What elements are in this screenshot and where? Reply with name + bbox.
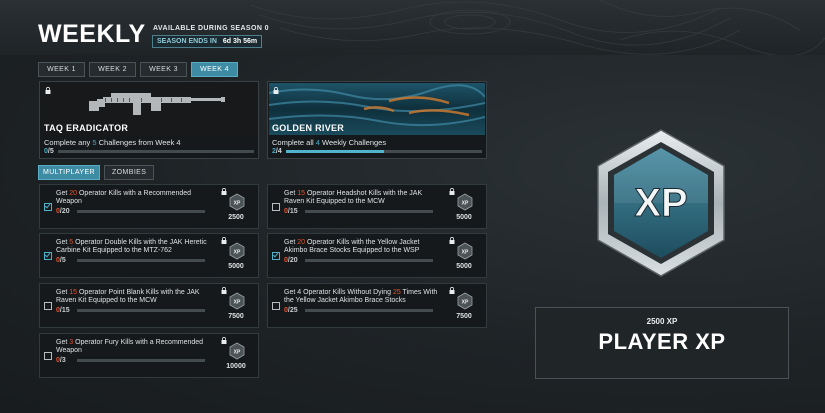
reward-progress-count: 0/5 — [44, 148, 54, 155]
tab-week-1[interactable]: WEEK 1 — [38, 62, 85, 77]
challenge-card[interactable]: Get 15 Operator Point Blank Kills with t… — [39, 283, 259, 328]
challenge-card[interactable]: Get 20 Operator Kills with the Yellow Ja… — [267, 233, 487, 278]
reward-progress-count: 2/4 — [272, 148, 282, 155]
challenge-checkbox[interactable] — [44, 252, 52, 260]
challenge-description: Get 5 Operator Double Kills with the JAK… — [56, 239, 207, 254]
challenge-progress-count: 0/25 — [284, 307, 298, 314]
challenge-description: Get 3 Operator Fury Kills with a Recomme… — [56, 339, 204, 354]
xp-badge-icon: XP — [229, 342, 245, 360]
reward-panel: 2500 XP PLAYER XP — [535, 307, 789, 379]
season-time: 6d 3h 56m — [222, 38, 258, 45]
challenge-progress-bar — [305, 210, 433, 213]
challenge-checkbox[interactable] — [272, 252, 280, 260]
xp-amount: 2500 XP — [646, 317, 678, 326]
season-timer: SEASON ENDS IN 6d 3h 56m — [152, 35, 263, 48]
xp-badge-icon: XP — [457, 292, 473, 310]
xp-label: PLAYER XP — [598, 329, 726, 354]
challenge-card[interactable]: Get 3 Operator Fury Kills with a Recomme… — [39, 333, 259, 378]
challenge-xp-value: 7500 — [456, 313, 472, 320]
tab-week-2[interactable]: WEEK 2 — [89, 62, 136, 77]
availability-text: AVAILABLE DURING SEASON 0 — [153, 25, 269, 32]
tab-zombies[interactable]: ZOMBIES — [104, 165, 155, 180]
svg-text:XP: XP — [234, 250, 241, 256]
svg-text:XP: XP — [462, 250, 469, 256]
challenge-checkbox[interactable] — [272, 302, 280, 310]
tab-week-4[interactable]: WEEK 4 — [191, 62, 238, 77]
challenge-description: Get 20 Operator Kills with the Yellow Ja… — [284, 239, 420, 254]
xp-icon-text: XP — [634, 181, 687, 225]
reward-description: Complete any 5 Challenges from Week 4 — [44, 138, 181, 147]
challenge-progress-bar — [77, 259, 205, 262]
reward-name: TAQ ERADICATOR — [44, 123, 129, 133]
challenge-description: Get 15 Operator Headshot Kills with the … — [284, 190, 423, 205]
reward-card-golden-river[interactable]: GOLDEN RIVER Complete all 4 Weekly Chall… — [267, 81, 487, 159]
lock-icon — [273, 87, 279, 94]
lock-icon — [221, 237, 227, 244]
svg-text:XP: XP — [462, 201, 469, 207]
challenge-checkbox[interactable] — [44, 302, 52, 310]
reward-progress-bar — [58, 150, 254, 153]
xp-badge-icon: XP — [457, 242, 473, 260]
lock-icon — [449, 287, 455, 294]
challenge-xp-value: 5000 — [456, 263, 472, 270]
challenge-xp-value: 10000 — [226, 363, 246, 370]
lock-icon — [449, 188, 455, 195]
challenge-xp-value: 5000 — [456, 214, 472, 221]
challenge-description: Get 4 Operator Kills Without Dying 25 Ti… — [284, 289, 438, 304]
challenge-progress-count: 0/15 — [56, 307, 70, 314]
challenge-card[interactable]: Get 20 Operator Kills with a Recommended… — [39, 184, 259, 229]
mode-tabs: MULTIPLAYER ZOMBIES — [38, 165, 155, 180]
lock-icon — [221, 188, 227, 195]
svg-text:XP: XP — [234, 350, 241, 356]
xp-badge-icon: XP — [229, 193, 245, 211]
tab-multiplayer[interactable]: MULTIPLAYER — [38, 165, 100, 180]
challenge-progress-count: 0/15 — [284, 208, 298, 215]
xp-badge-icon: XP — [229, 242, 245, 260]
challenge-progress-count: 0/5 — [56, 257, 66, 264]
challenge-xp-value: 7500 — [228, 313, 244, 320]
tab-week-3[interactable]: WEEK 3 — [140, 62, 187, 77]
challenge-progress-count: 0/20 — [56, 208, 70, 215]
page-title: WEEKLY — [38, 20, 146, 48]
lock-icon — [449, 237, 455, 244]
svg-text:XP: XP — [462, 300, 469, 306]
lock-icon — [45, 87, 51, 94]
challenge-card[interactable]: Get 4 Operator Kills Without Dying 25 Ti… — [267, 283, 487, 328]
challenge-progress-bar — [77, 359, 205, 362]
reward-progress-bar — [286, 150, 482, 153]
challenge-checkbox[interactable] — [272, 203, 280, 211]
xp-reward-icon: XP — [594, 128, 728, 278]
challenge-progress-count: 0/20 — [284, 257, 298, 264]
svg-text:XP: XP — [234, 201, 241, 207]
challenge-card[interactable]: Get 5 Operator Double Kills with the JAK… — [39, 233, 259, 278]
reward-description: Complete all 4 Weekly Challenges — [272, 138, 387, 147]
challenge-description: Get 20 Operator Kills with a Recommended… — [56, 190, 192, 205]
week-tabs: WEEK 1 WEEK 2 WEEK 3 WEEK 4 — [38, 62, 238, 77]
challenge-progress-bar — [305, 259, 433, 262]
challenge-xp-value: 2500 — [228, 214, 244, 221]
svg-text:XP: XP — [234, 300, 241, 306]
lock-icon — [221, 287, 227, 294]
challenge-progress-count: 0/3 — [56, 357, 66, 364]
challenge-checkbox[interactable] — [44, 203, 52, 211]
xp-badge-icon: XP — [229, 292, 245, 310]
challenge-progress-bar — [77, 210, 205, 213]
challenge-description: Get 15 Operator Point Blank Kills with t… — [56, 289, 200, 304]
challenge-progress-bar — [77, 309, 205, 312]
season-label: SEASON ENDS IN — [157, 38, 217, 45]
reward-card-taq-eradicator[interactable]: TAQ ERADICATOR Complete any 5 Challenges… — [39, 81, 259, 159]
lock-icon — [221, 337, 227, 344]
challenge-progress-bar — [305, 309, 433, 312]
xp-badge-icon: XP — [457, 193, 473, 211]
reward-name: GOLDEN RIVER — [272, 123, 345, 133]
challenge-card[interactable]: Get 15 Operator Headshot Kills with the … — [267, 184, 487, 229]
reward-progress-fill — [286, 150, 384, 153]
challenge-xp-value: 5000 — [228, 263, 244, 270]
challenge-checkbox[interactable] — [44, 352, 52, 360]
